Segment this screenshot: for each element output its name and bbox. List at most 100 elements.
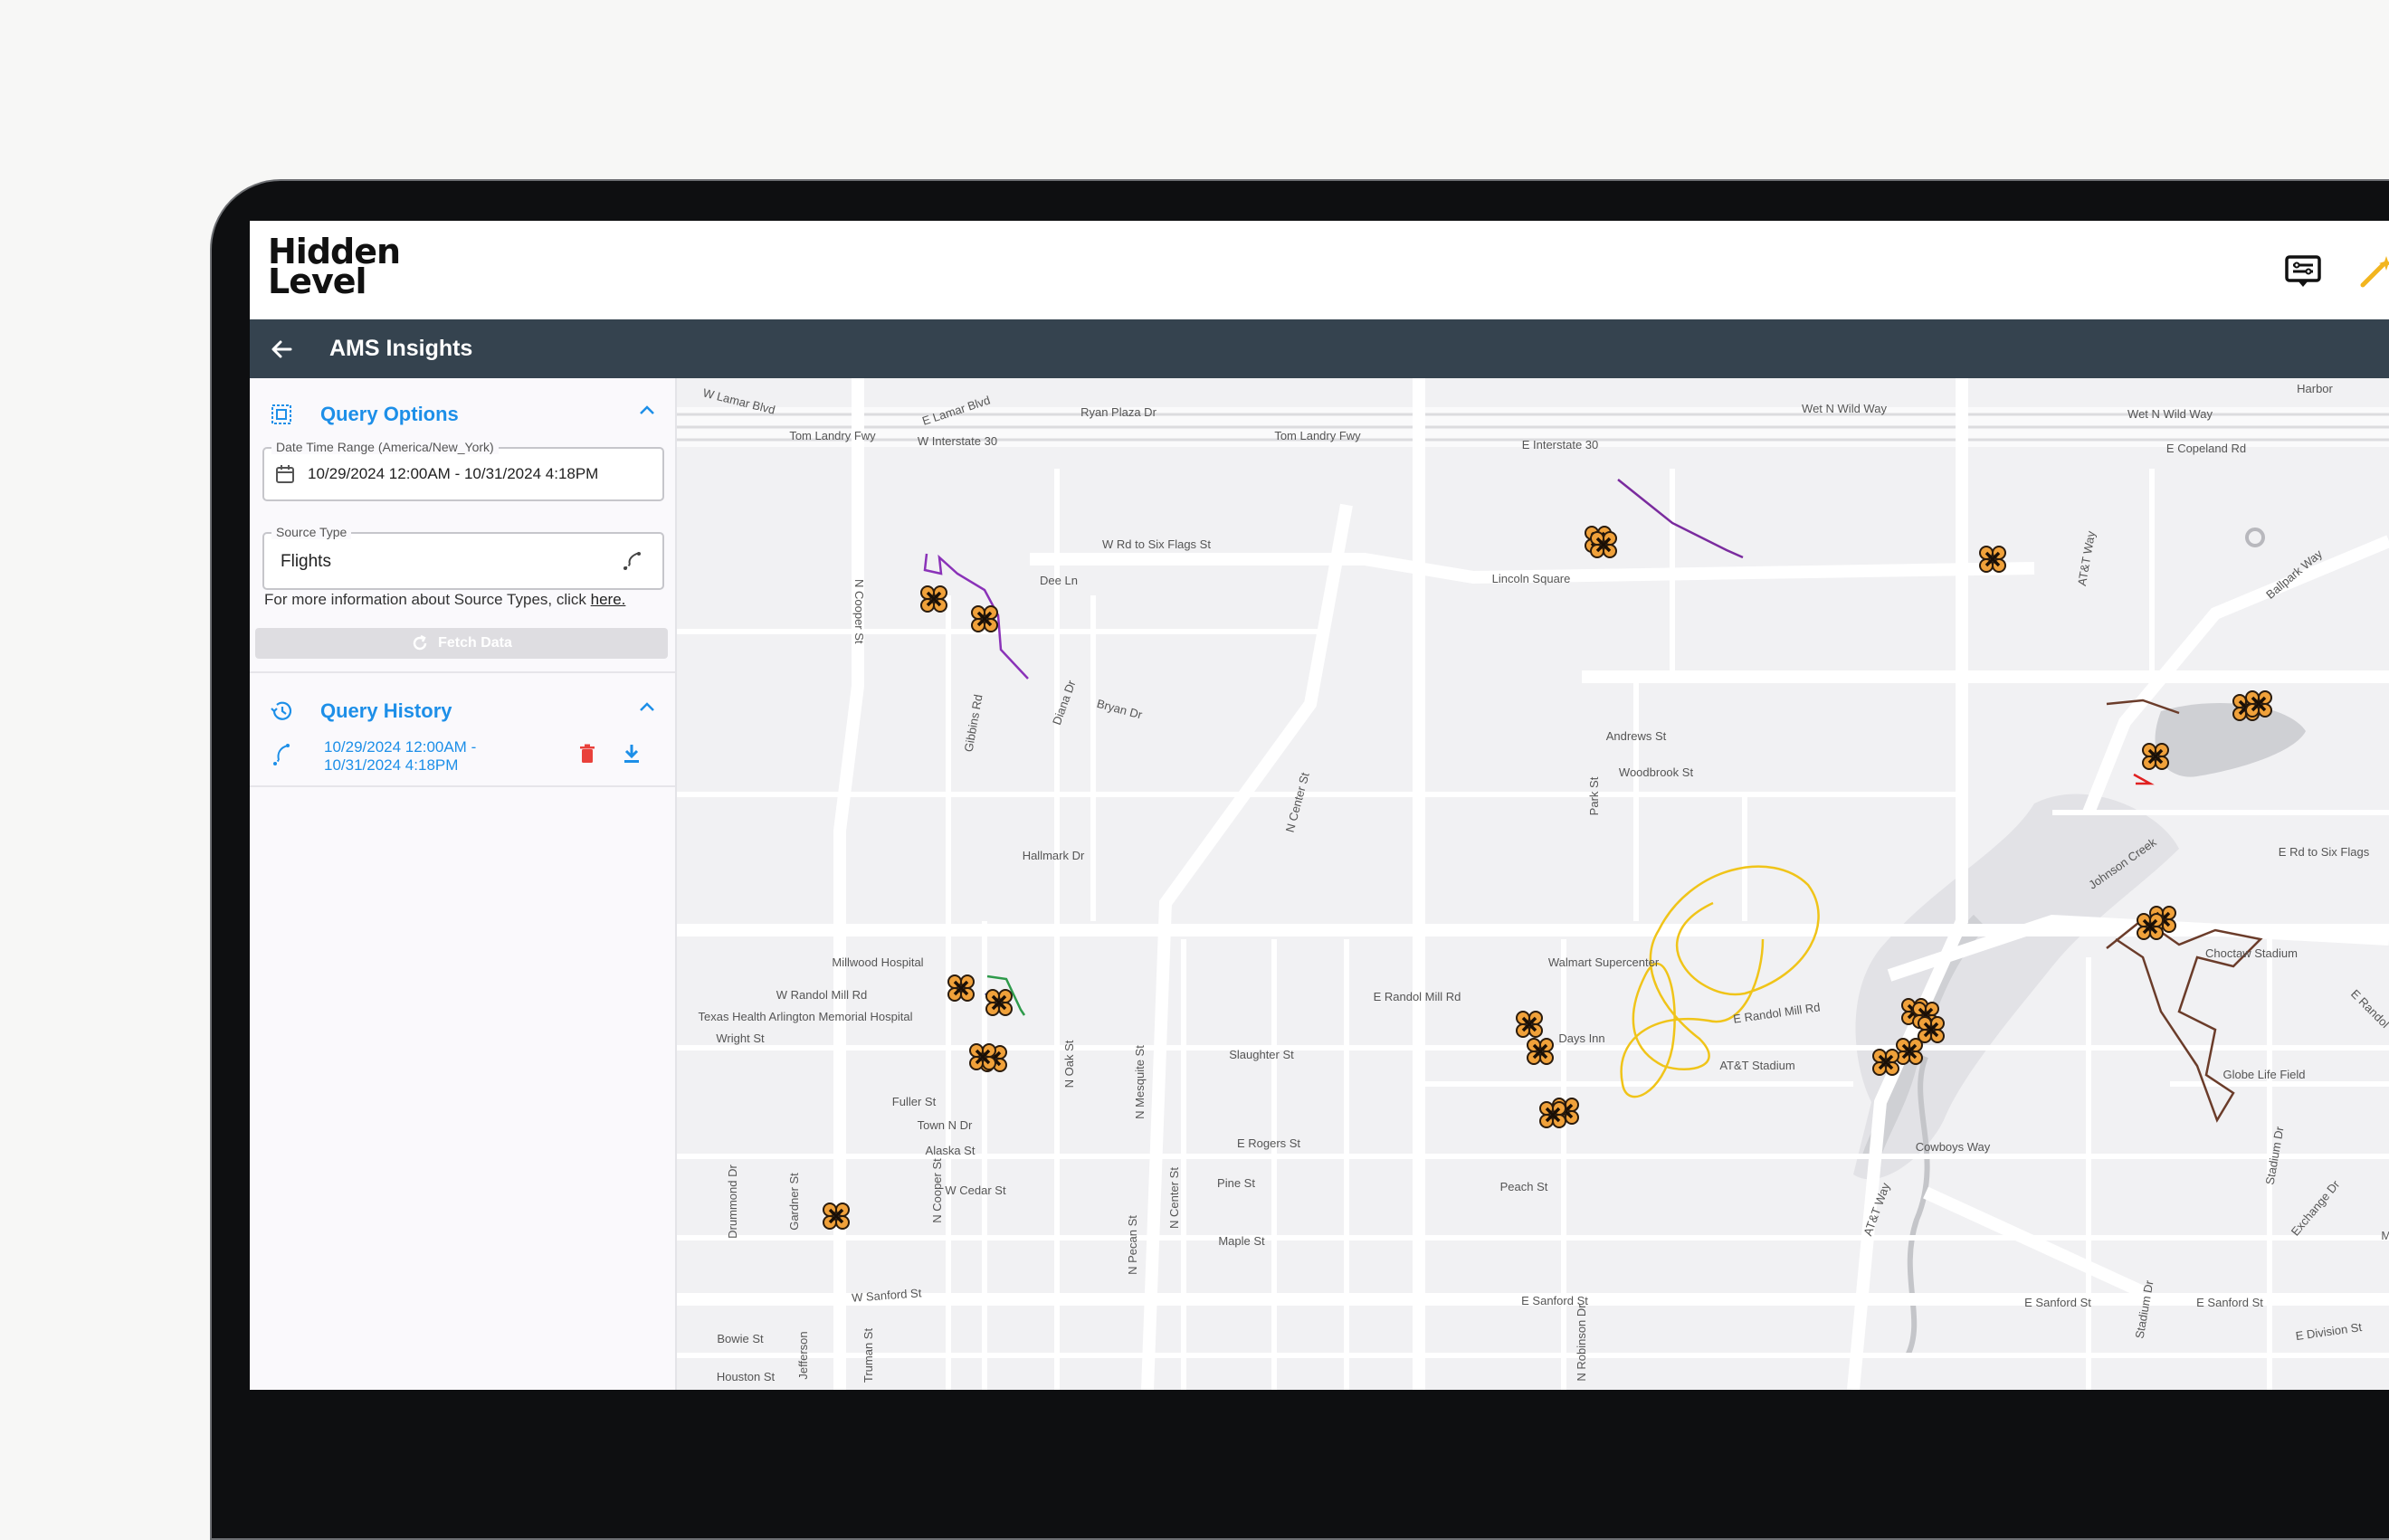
app-screen: Hidden Level AMS Insights Query Options — [250, 221, 2389, 1390]
flight-track-violet — [1618, 480, 1743, 557]
street-label: Choctaw Stadium — [2205, 946, 2298, 960]
flight-path-icon — [270, 742, 293, 767]
history-item[interactable]: 10/29/2024 12:00AM - 10/31/2024 4:18PM — [250, 735, 675, 778]
street-label: Texas Health Arlington Memorial Hospital — [699, 1010, 913, 1023]
trash-icon[interactable] — [579, 744, 595, 764]
sidebar-panel: Query Options Date Time Range (America/N… — [250, 378, 677, 1390]
source-type-select[interactable]: Source Type Flights — [262, 532, 664, 590]
street-label: Wet N Wild Way — [1802, 402, 1887, 415]
street-label: E Rd to Six Flags — [2279, 845, 2370, 859]
info-text: For more information about Source Types,… — [264, 591, 586, 608]
street-label: Days Inn — [1558, 1031, 1604, 1045]
message-list-icon[interactable] — [2282, 253, 2324, 290]
street-label: N Oak St — [1062, 1040, 1076, 1088]
query-options-title: Query Options — [320, 403, 459, 426]
street-label: Alaska St — [926, 1144, 976, 1157]
street-label: Tom Landry Fwy — [789, 429, 876, 442]
street-label: N Mesquite St — [1133, 1045, 1147, 1119]
street-label: E Copeland Rd — [2166, 442, 2246, 455]
drone-marker-icon[interactable] — [1591, 532, 1616, 557]
magic-wand-icon[interactable] — [2356, 253, 2389, 290]
drone-marker-icon[interactable] — [948, 975, 974, 1001]
street-label: Gibbins Rd — [962, 693, 985, 753]
map-canvas[interactable]: W Lamar BlvdE Lamar BlvdRyan Plaza DrWet… — [677, 378, 2389, 1390]
drone-marker-icon[interactable] — [986, 990, 1012, 1015]
street-label: N Robinson Dr — [1575, 1304, 1588, 1382]
drone-marker-icon[interactable] — [2137, 914, 2163, 939]
street-label: Wright St — [716, 1031, 765, 1045]
chevron-up-icon[interactable] — [639, 404, 655, 420]
date-range-label: Date Time Range (America/New_York) — [271, 440, 499, 454]
street-label: N Center St — [1167, 1167, 1181, 1229]
query-history-header[interactable]: Query History — [250, 684, 675, 738]
app-title-bar: AMS Insights — [250, 319, 2389, 378]
street-label: Lincoln Square — [1492, 572, 1571, 585]
drone-marker-icon[interactable] — [1528, 1039, 1553, 1064]
street-label: Woodbrook St — [1619, 765, 1694, 779]
drone-marker-icon[interactable] — [972, 606, 997, 632]
drone-marker-icon[interactable] — [1540, 1102, 1566, 1127]
query-options-header[interactable]: Query Options — [250, 387, 675, 442]
street-label: Merl — [2381, 1229, 2389, 1242]
street-label: Bowie St — [717, 1332, 764, 1345]
street-label: Town N Dr — [918, 1118, 973, 1132]
page-title: AMS Insights — [329, 336, 472, 362]
drone-marker-icon[interactable] — [1897, 1039, 1922, 1064]
street-label: E Randol Mill Rd — [1374, 990, 1461, 1003]
drone-marker-icon[interactable] — [823, 1203, 849, 1229]
street-label: Tom Landry Fwy — [1274, 429, 1361, 442]
street-label: Andrews St — [1606, 729, 1667, 743]
street-label: E Sanford St — [2024, 1296, 2091, 1309]
drone-marker-icon[interactable] — [1980, 547, 2005, 572]
download-icon[interactable] — [623, 744, 641, 764]
hidden-level-logo[interactable]: Hidden Level — [268, 237, 400, 297]
select-area-icon — [250, 404, 313, 425]
street-label: Harbor — [2297, 382, 2333, 395]
street-label: Diana Dr — [1050, 678, 1079, 727]
street-label: Jefferson — [796, 1331, 810, 1379]
street-label: Wet N Wild Way — [2127, 407, 2213, 421]
section-divider — [250, 785, 675, 787]
query-history-title: Query History — [320, 699, 452, 723]
history-item-date: 10/29/2024 12:00AM - 10/31/2024 4:18PM — [324, 738, 476, 775]
street-label: Bryan Dr — [1095, 697, 1144, 722]
chevron-up-icon[interactable] — [639, 700, 655, 717]
street-label: W Rd to Six Flags St — [1102, 537, 1211, 551]
map-view[interactable]: W Lamar BlvdE Lamar BlvdRyan Plaza DrWet… — [677, 378, 2389, 1390]
top-bar: Hidden Level — [250, 221, 2389, 319]
drone-marker-icon[interactable] — [2246, 691, 2271, 717]
street-label: E Division St — [2295, 1320, 2363, 1343]
flight-track-red — [2134, 775, 2150, 784]
street-label: Truman St — [861, 1328, 875, 1383]
street-label: AT&T Stadium — [1719, 1059, 1794, 1072]
street-label: Millwood Hospital — [832, 955, 923, 969]
lake — [2156, 703, 2306, 777]
street-label: E Interstate 30 — [1522, 438, 1599, 452]
source-type-info: For more information about Source Types,… — [264, 591, 625, 609]
street-label: E Sanford St — [2196, 1296, 2263, 1309]
flight-path-icon — [621, 550, 642, 572]
street-label: Ryan Plaza Dr — [1080, 405, 1156, 419]
street-label: N Cooper St — [852, 579, 866, 644]
street-label: Park St — [1587, 776, 1601, 815]
street-label: N Pecan St — [1126, 1215, 1139, 1275]
drone-marker-icon[interactable] — [970, 1044, 995, 1069]
section-divider — [250, 671, 675, 673]
drone-marker-icon[interactable] — [1873, 1050, 1899, 1075]
source-type-label: Source Type — [271, 525, 351, 539]
fetch-data-button[interactable]: Fetch Data — [255, 628, 668, 659]
street-label: Globe Life Field — [2222, 1068, 2305, 1081]
street-label: N Cooper St — [930, 1158, 944, 1223]
drone-marker-icon[interactable] — [2143, 744, 2168, 769]
info-link[interactable]: here. — [591, 591, 626, 608]
drone-marker-icon[interactable] — [1918, 1017, 1944, 1042]
location-marker-icon — [2247, 529, 2263, 546]
drone-marker-icon[interactable] — [1517, 1012, 1542, 1037]
street-label: W Randol Mill Rd — [776, 988, 867, 1002]
date-range-field[interactable]: Date Time Range (America/New_York) 10/29… — [262, 447, 664, 501]
street-label: Peach St — [1500, 1180, 1548, 1193]
back-arrow-icon[interactable] — [250, 319, 313, 378]
street-label: AT&T Way — [2075, 529, 2098, 586]
drone-marker-icon[interactable] — [921, 586, 947, 612]
street-label: Dee Ln — [1040, 574, 1078, 587]
